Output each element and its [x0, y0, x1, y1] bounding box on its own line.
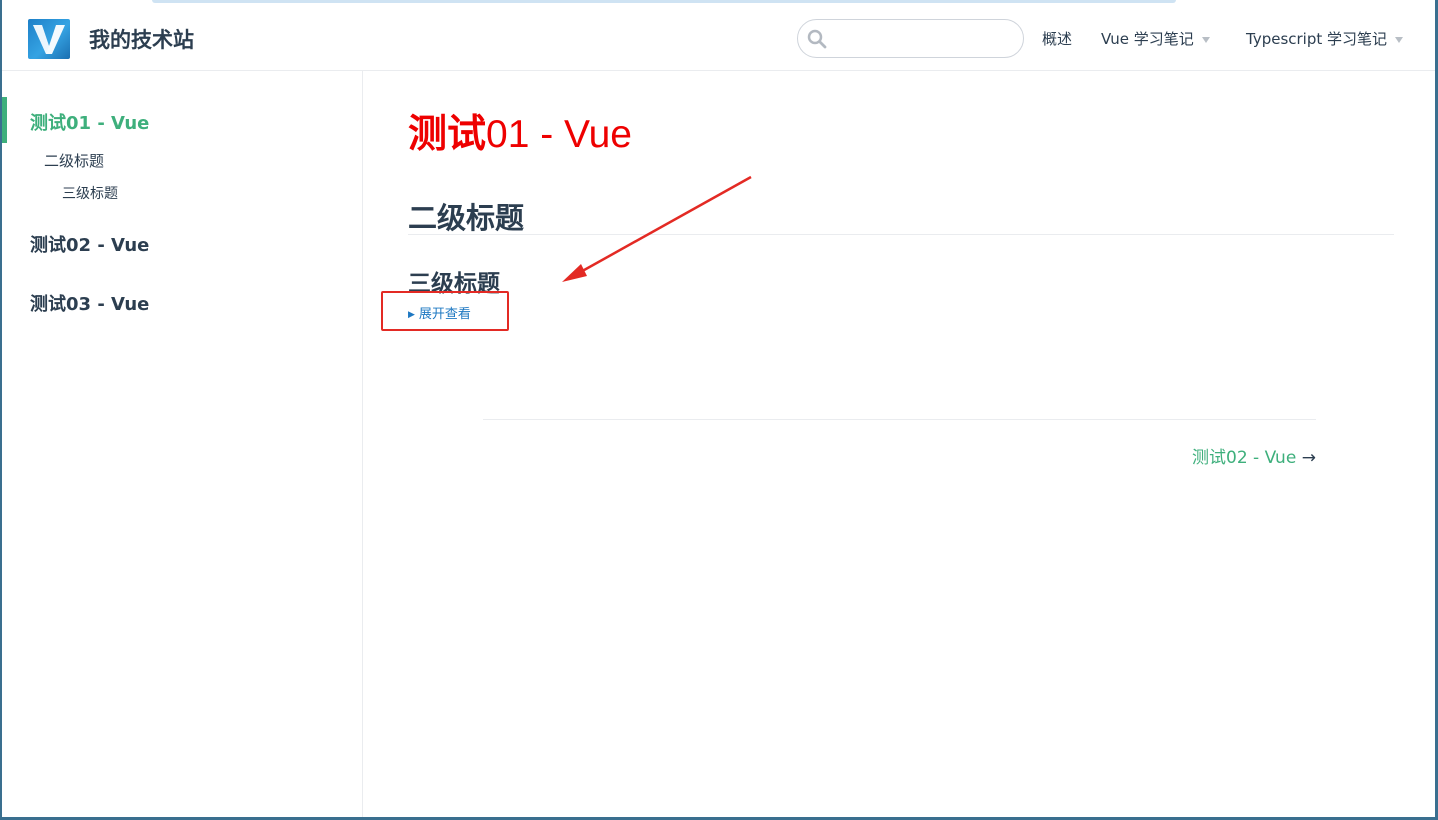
nav-item-typescript-notes-label: Typescript 学习笔记	[1246, 30, 1388, 48]
site-logo-icon[interactable]	[28, 19, 70, 59]
sidebar-active-indicator	[2, 97, 7, 143]
nav-item-overview-label: 概述	[1042, 30, 1073, 48]
nav-item-overview[interactable]: 概述	[1042, 28, 1072, 49]
next-page-link[interactable]: 测试02 - Vue →	[1192, 443, 1316, 468]
sidebar-item-test03[interactable]: 测试03 - Vue	[30, 290, 149, 316]
main-content: 测试01 - Vue 二级标题 三级标题 ▶ 展开查看 测试02 - Vue →	[363, 71, 1435, 817]
arrow-right-icon: →	[1301, 448, 1316, 468]
site-title[interactable]: 我的技术站	[89, 24, 194, 54]
search-box[interactable]	[797, 19, 1024, 58]
page-nav-divider	[483, 419, 1316, 420]
sidebar-item-test01[interactable]: 测试01 - Vue	[30, 109, 149, 135]
top-strip	[152, 0, 1176, 3]
browser-viewport: 我的技术站 概述 Vue 学习笔记 Typescript 学习笔记 测试01 -…	[0, 0, 1438, 820]
sidebar: 测试01 - Vue 二级标题 三级标题 测试02 - Vue 测试03 - V…	[2, 71, 363, 817]
dropdown-caret-icon	[1201, 36, 1210, 43]
sidebar-item-test02[interactable]: 测试02 - Vue	[30, 231, 149, 257]
navbar: 我的技术站 概述 Vue 学习笔记 Typescript 学习笔记	[2, 6, 1435, 71]
nav-item-vue-notes-label: Vue 学习笔记	[1101, 30, 1194, 48]
sidebar-subitem-h3[interactable]: 三级标题	[62, 183, 118, 203]
search-input[interactable]	[832, 26, 1012, 52]
sidebar-subitem-h2[interactable]: 二级标题	[44, 150, 104, 171]
next-page-label: 测试02 - Vue	[1192, 448, 1297, 468]
nav-item-typescript-notes[interactable]: Typescript 学习笔记	[1246, 28, 1404, 49]
search-icon	[807, 29, 827, 49]
nav-item-vue-notes[interactable]: Vue 学习笔记	[1101, 28, 1210, 49]
dropdown-caret-icon	[1395, 36, 1404, 43]
